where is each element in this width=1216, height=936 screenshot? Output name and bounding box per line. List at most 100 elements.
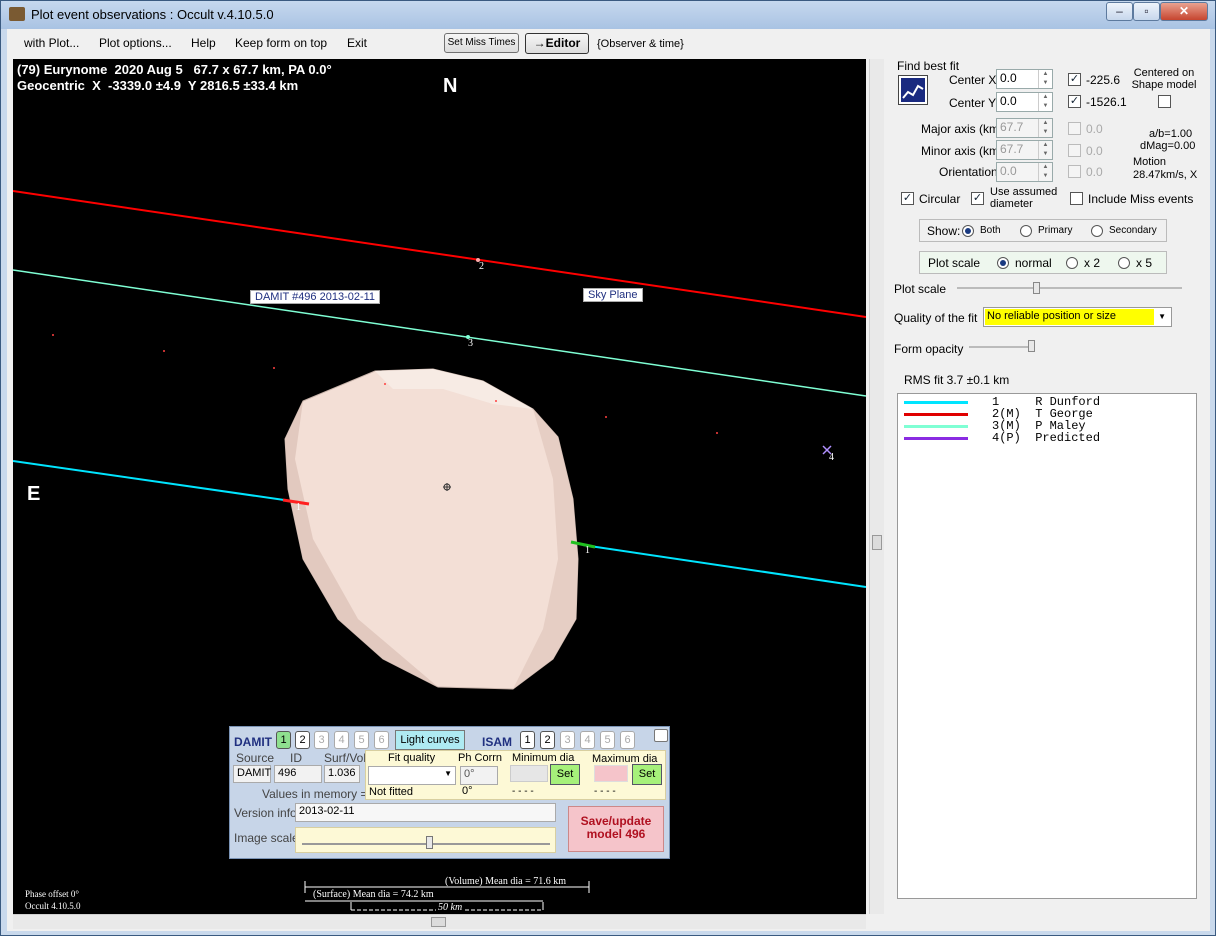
show-primary-radio[interactable] [1020, 225, 1032, 237]
id-header: ID [290, 751, 302, 765]
plot-scale-group: Plot scale normal x 2 x 5 [919, 251, 1167, 274]
surfvol-field: 1.036 [324, 765, 360, 783]
hscroll-thumb[interactable] [431, 917, 446, 927]
min-dia-set-button[interactable]: Set [550, 764, 580, 785]
damit-model-label: DAMIT #496 2013-02-11 [250, 290, 381, 304]
major-axis-input[interactable]: 67.7 ▲ ▼ [996, 118, 1053, 138]
orientation-checkbox[interactable] [1068, 165, 1081, 178]
show-secondary-radio[interactable] [1091, 225, 1103, 237]
chord-1-line-left [13, 460, 299, 503]
max-dia-color [594, 765, 628, 782]
rms-fit-label: RMS fit 3.7 ±0.1 km [904, 373, 1010, 387]
isam-model-6-button[interactable]: 6 [620, 731, 635, 749]
center-y-checkbox[interactable]: ✓ [1068, 95, 1081, 108]
scale-x2-radio[interactable] [1066, 257, 1078, 269]
plot-horizontal-scrollbar[interactable] [13, 914, 866, 929]
save-update-model-button[interactable]: Save/update model 496 [568, 806, 664, 852]
menu-help[interactable]: Help [191, 36, 216, 50]
legend-line-4 [904, 437, 968, 440]
center-x-checkbox[interactable]: ✓ [1068, 73, 1081, 86]
damit-panel-toggle[interactable] [654, 729, 668, 742]
form-opacity-thumb[interactable] [1028, 340, 1035, 352]
menu-exit[interactable]: Exit [347, 36, 367, 50]
id-field: 496 [274, 765, 322, 783]
editor-button[interactable]: →Editor [525, 33, 589, 54]
dmag-label: dMag=0.00 [1140, 140, 1196, 152]
scale-normal-label: normal [1015, 256, 1052, 270]
show-secondary-label: Secondary [1109, 225, 1157, 236]
form-opacity-slider[interactable] [969, 346, 1035, 348]
app-window: Plot event observations : Occult v.4.10.… [0, 0, 1216, 936]
volume-dia-label: (Volume) Mean dia = 71.6 km [445, 876, 566, 887]
quality-select[interactable]: No reliable position or size ▼ [983, 307, 1172, 327]
isam-model-2-button[interactable]: 2 [540, 731, 555, 749]
major-axis-checkbox[interactable] [1068, 122, 1081, 135]
title-bar: Plot event observations : Occult v.4.10.… [1, 1, 1215, 29]
isam-model-1-button[interactable]: 1 [520, 731, 535, 749]
vscroll-thumb[interactable] [872, 535, 882, 550]
legend-item: 4(P) Predicted [992, 431, 1101, 445]
center-x-input[interactable]: 0.0 ▲ ▼ [996, 69, 1053, 89]
plot-scale-slider[interactable] [957, 287, 1182, 289]
isam-model-4-button[interactable]: 4 [580, 731, 595, 749]
damit-title: DAMIT [234, 735, 272, 749]
close-button[interactable]: ✕ [1160, 2, 1208, 21]
image-scale-slider[interactable] [295, 827, 556, 853]
isam-model-5-button[interactable]: 5 [600, 731, 615, 749]
set-miss-times-button[interactable]: Set Miss Times [444, 33, 519, 53]
chevron-down-icon: ▼ [1158, 312, 1166, 321]
minor-axis-value: 0.0 [1086, 144, 1103, 158]
menu-with-plot[interactable]: with Plot... [24, 36, 79, 50]
version-info-label: Version info [234, 806, 297, 820]
ph-corr-header: Ph Corrn [458, 752, 503, 764]
minor-axis-input[interactable]: 67.7 ▲ ▼ [996, 140, 1053, 160]
menu-keep-on-top[interactable]: Keep form on top [235, 36, 327, 50]
center-x-label: Center X [949, 73, 997, 87]
surface-dia-label: (Surface) Mean dia = 74.2 km [313, 889, 434, 900]
plot-vertical-scrollbar[interactable] [869, 59, 884, 914]
centered-on-label: Centered on Shape model [1131, 67, 1197, 91]
max-dia-set-button[interactable]: Set [632, 764, 662, 785]
sky-plane-label: Sky Plane [583, 288, 643, 302]
minor-axis-checkbox[interactable] [1068, 144, 1081, 157]
centered-on-checkbox[interactable] [1158, 95, 1171, 108]
quality-value: No reliable position or size [985, 309, 1154, 325]
fit-quality-select[interactable]: ▼ [368, 766, 456, 785]
north-label: N [443, 75, 458, 97]
legend-line-2 [904, 413, 968, 416]
include-miss-checkbox[interactable] [1070, 192, 1083, 205]
find-best-fit-button[interactable] [898, 75, 928, 105]
center-y-input[interactable]: 0.0 ▲ ▼ [996, 92, 1053, 112]
window-title: Plot event observations : Occult v.4.10.… [31, 7, 274, 22]
center-x-value: -225.6 [1086, 73, 1121, 87]
plot-header-1: (79) Eurynome 2020 Aug 5 67.7 x 67.7 km,… [17, 62, 332, 77]
menu-plot-options[interactable]: Plot options... [99, 36, 172, 50]
damit-model-3-button[interactable]: 3 [314, 731, 329, 749]
scale-x5-radio[interactable] [1118, 257, 1130, 269]
values-memory-label: Values in memory => [262, 787, 375, 801]
phase-offset-label: Phase offset 0° [25, 889, 79, 899]
use-assumed-checkbox[interactable]: ✓ [971, 192, 984, 205]
min-dia-value: - - - - [512, 786, 534, 797]
minimize-button[interactable]: – [1106, 2, 1133, 21]
show-label: Show: [927, 224, 961, 238]
plot-scale-thumb[interactable] [1033, 282, 1040, 294]
version-label: Occult 4.10.5.0 [25, 901, 81, 911]
scale-normal-radio[interactable] [997, 257, 1009, 269]
damit-model-5-button[interactable]: 5 [354, 731, 369, 749]
damit-model-6-button[interactable]: 6 [374, 731, 389, 749]
isam-model-3-button[interactable]: 3 [560, 731, 575, 749]
circular-checkbox[interactable]: ✓ [901, 192, 914, 205]
light-curves-button[interactable]: Light curves [395, 730, 465, 750]
show-both-radio[interactable] [962, 225, 974, 237]
source-field: DAMIT [233, 765, 271, 783]
chord-1-line-right [582, 544, 866, 588]
orientation-input[interactable]: 0.0 ▲ ▼ [996, 162, 1053, 182]
damit-model-1-button[interactable]: 1 [276, 731, 291, 749]
image-scale-thumb[interactable] [426, 836, 433, 849]
show-group: Show: Both Primary Secondary [919, 219, 1167, 242]
damit-model-4-button[interactable]: 4 [334, 731, 349, 749]
maximize-button[interactable]: ▫ [1133, 2, 1160, 21]
damit-model-2-button[interactable]: 2 [295, 731, 310, 749]
major-axis-value: 0.0 [1086, 122, 1103, 136]
